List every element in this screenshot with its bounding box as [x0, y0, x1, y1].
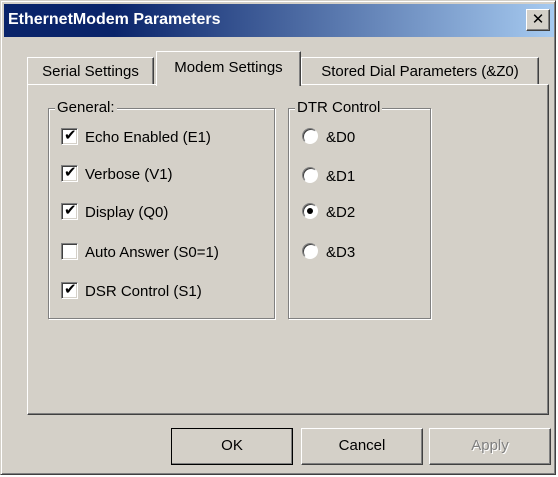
- dtr-group-title: DTR Control: [295, 99, 383, 116]
- checkbox-box[interactable]: ✔: [61, 127, 78, 145]
- radio-circle[interactable]: [302, 167, 318, 183]
- radio-label: &D2: [326, 204, 356, 221]
- tab-modem-settings[interactable]: Modem Settings: [156, 51, 301, 86]
- checkmark-icon: ✔: [64, 202, 77, 219]
- window-title: EthernetModem Parameters: [8, 11, 221, 28]
- checkbox-box[interactable]: ✔: [61, 281, 78, 299]
- tab-stored-dial-parameters[interactable]: Stored Dial Parameters (&Z0): [301, 57, 539, 87]
- checkmark-icon: ✔: [64, 164, 77, 181]
- general-group-title: General:: [55, 99, 117, 116]
- tab-serial-settings[interactable]: Serial Settings: [27, 57, 154, 87]
- tab-label: Stored Dial Parameters (&Z0): [321, 63, 519, 80]
- dtr-control-groupbox: DTR Control &D0 &D1 &D2 &D3: [288, 99, 431, 319]
- radio-circle[interactable]: [302, 203, 318, 219]
- cancel-button[interactable]: Cancel: [301, 428, 423, 465]
- checkbox-label: DSR Control (S1): [85, 283, 202, 300]
- checkbox-label: Echo Enabled (E1): [85, 129, 211, 146]
- checkbox-box[interactable]: [61, 243, 78, 260]
- checkmark-icon: ✔: [64, 127, 77, 144]
- radio-selected-dot: [307, 208, 313, 214]
- tab-label: Serial Settings: [42, 63, 139, 80]
- radio-circle[interactable]: [302, 128, 318, 144]
- general-groupbox: General: ✔ Echo Enabled (E1) ✔ Verbose (…: [48, 99, 275, 319]
- apply-button[interactable]: Apply: [429, 428, 551, 465]
- checkmark-icon: ✔: [64, 281, 77, 298]
- checkbox-label: Auto Answer (S0=1): [85, 244, 219, 261]
- tab-label: Modem Settings: [174, 59, 283, 76]
- checkbox-label: Verbose (V1): [85, 166, 173, 183]
- close-button[interactable]: ✕: [526, 9, 550, 31]
- radio-label: &D3: [326, 244, 356, 261]
- checkbox-box[interactable]: ✔: [61, 202, 78, 220]
- close-icon: ✕: [531, 11, 545, 28]
- checkbox-label: Display (Q0): [85, 204, 169, 221]
- radio-label: &D1: [326, 168, 356, 185]
- dialog-window: EthernetModem Parameters ✕ Serial Settin…: [0, 0, 556, 475]
- radio-label: &D0: [326, 129, 356, 146]
- ok-button[interactable]: OK: [171, 428, 293, 465]
- radio-circle[interactable]: [302, 243, 318, 259]
- checkbox-box[interactable]: ✔: [61, 164, 78, 182]
- tab-panel-modem-settings: General: ✔ Echo Enabled (E1) ✔ Verbose (…: [27, 84, 549, 415]
- title-bar[interactable]: EthernetModem Parameters ✕: [4, 4, 554, 37]
